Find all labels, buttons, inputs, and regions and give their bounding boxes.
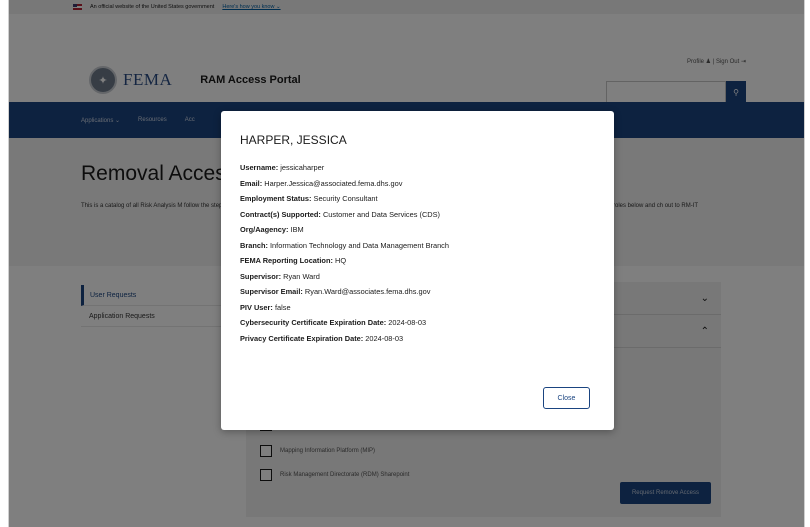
field-email: Email: Harper.Jessica@associated.fema.dh… xyxy=(240,178,403,188)
field-piv-user: PIV User: false xyxy=(240,302,291,312)
field-privacy-cert-expiration: Privacy Certificate Expiration Date: 202… xyxy=(240,333,404,343)
field-supervisor: Supervisor: Ryan Ward xyxy=(240,271,320,281)
field-employment-status: Employment Status: Security Consultant xyxy=(240,194,378,203)
field-org-agency: Org/Aagency: IBM xyxy=(240,225,304,234)
field-supervisor-email: Supervisor Email: Ryan.Ward@associates.f… xyxy=(240,287,431,296)
field-contracts: Contract(s) Supported: Customer and Data… xyxy=(240,209,441,219)
field-branch: Branch: Information Technology and Data … xyxy=(240,240,449,250)
field-cyber-cert-expiration: Cybersecurity Certificate Expiration Dat… xyxy=(240,318,427,327)
user-details-list: Username: jessicaharper Email: Harper.Je… xyxy=(240,163,449,349)
user-details-modal: HARPER, JESSICA Username: jessicaharper … xyxy=(221,111,614,430)
field-reporting-location: FEMA Reporting Location: HQ xyxy=(240,256,347,265)
close-button[interactable]: Close xyxy=(543,387,590,409)
modal-title: HARPER, JESSICA xyxy=(240,133,347,147)
field-username: Username: jessicaharper xyxy=(240,163,325,172)
